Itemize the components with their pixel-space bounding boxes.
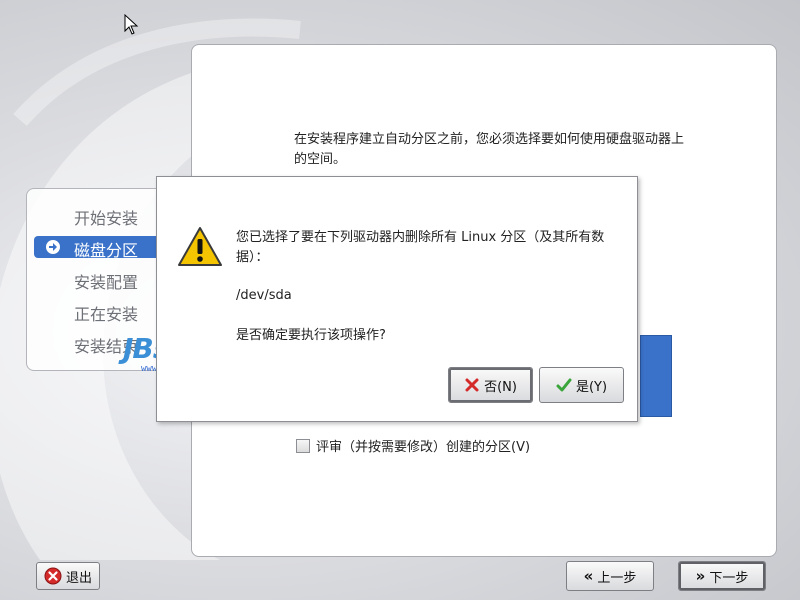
next-button[interactable]: » 下一步	[678, 561, 766, 591]
yes-button-label: 是(Y)	[575, 379, 608, 395]
selected-drive-highlight	[640, 335, 672, 417]
close-circle-icon	[44, 567, 62, 585]
back-button[interactable]: « 上一步	[566, 561, 654, 591]
step-installing: 正在安装	[74, 305, 139, 324]
dialog-message: 您已选择了要在下列驱动器内删除所有 Linux 分区（及其所有数据）：	[236, 230, 605, 265]
dialog-device: /dev/sda	[236, 288, 292, 303]
check-icon	[556, 378, 572, 392]
dialog-confirm-question: 是否确定要执行该项操作?	[236, 328, 386, 343]
arrow-right-icon	[46, 240, 60, 254]
step-label: 磁盘分区	[74, 241, 139, 260]
review-partitions-option[interactable]: 评审（并按需要修改）创建的分区(V)	[296, 436, 530, 455]
review-checkbox[interactable]	[296, 438, 310, 453]
yes-button[interactable]: 是(Y)	[539, 367, 624, 403]
no-button-label: 否(N)	[484, 379, 517, 395]
mouse-cursor-icon	[124, 14, 139, 35]
cross-icon	[465, 378, 479, 392]
quit-button-label: 退出	[65, 570, 92, 586]
next-button-label: 下一步	[709, 570, 749, 586]
quit-button[interactable]: 退出	[36, 562, 100, 590]
no-button[interactable]: 否(N)	[448, 367, 533, 403]
double-chevron-left-icon: «	[583, 567, 594, 585]
review-checkbox-label: 评审（并按需要修改）创建的分区(V)	[316, 440, 531, 455]
intro-text: 在安装程序建立自动分区之前，您必须选择要如何使用硬盘驱动器上的空间。	[294, 132, 685, 167]
double-chevron-right-icon: »	[695, 567, 706, 585]
back-button-label: 上一步	[597, 570, 637, 586]
step-install-config: 安装配置	[74, 273, 139, 292]
warning-icon	[178, 227, 222, 266]
step-start-install: 开始安装	[74, 209, 139, 228]
